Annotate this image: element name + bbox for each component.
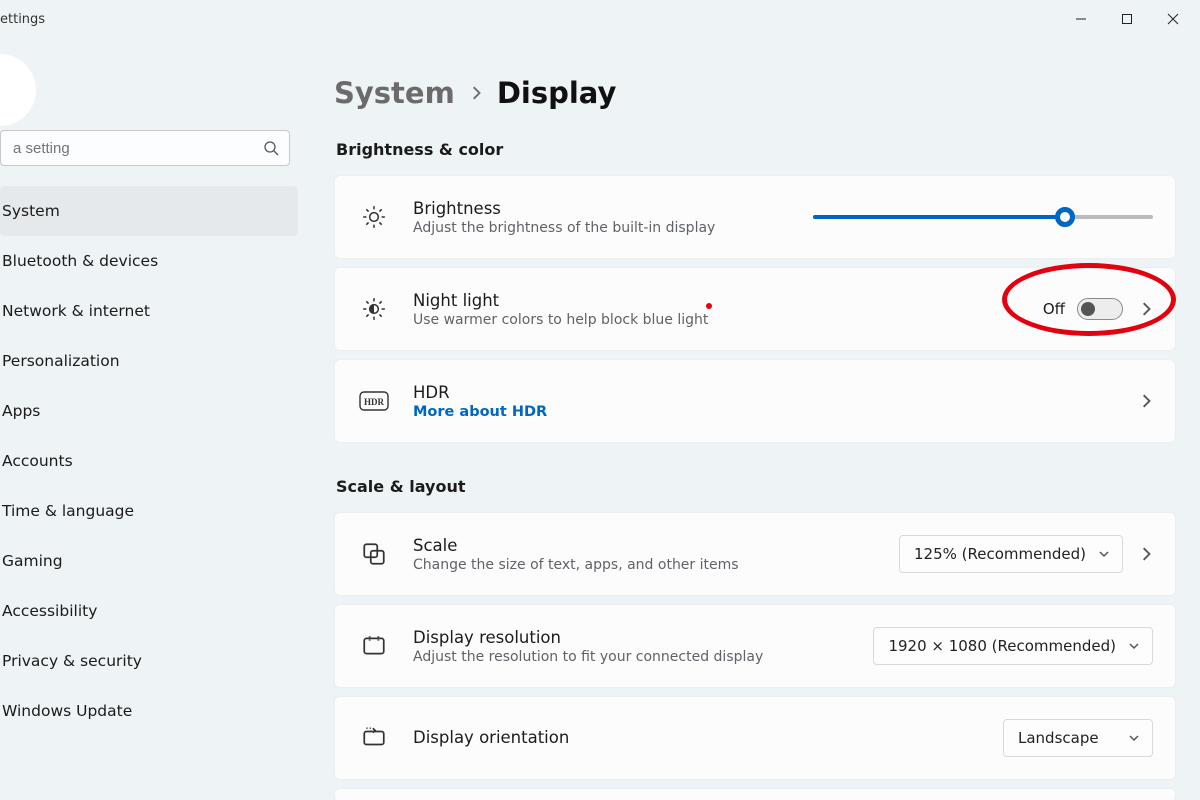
sidebar-item-network[interactable]: Network & internet [0,286,298,336]
setting-hdr[interactable]: HDR HDR More about HDR [334,359,1176,443]
hdr-icon: HDR [357,391,391,411]
section-brightness-color: Brightness & color [336,140,1176,159]
chevron-down-icon [1098,548,1110,560]
sidebar-item-windows-update[interactable]: Windows Update [0,686,298,736]
search-icon [263,140,279,156]
sidebar-item-label: System [2,202,60,220]
sidebar-item-label: Accounts [2,452,73,470]
section-scale-layout: Scale & layout [336,477,1176,496]
svg-text:HDR: HDR [364,397,385,407]
sidebar-item-gaming[interactable]: Gaming [0,536,298,586]
setting-night-light[interactable]: Night light Use warmer colors to help bl… [334,267,1176,351]
sidebar-item-label: Personalization [2,352,120,370]
resolution-select[interactable]: 1920 × 1080 (Recommended) [873,627,1153,665]
avatar [0,54,36,126]
brightness-icon [357,204,391,230]
setting-subtitle: Adjust the brightness of the built-in di… [413,220,791,236]
minimize-button[interactable] [1058,3,1104,35]
chevron-down-icon [1128,732,1140,744]
chevron-right-icon[interactable] [1139,394,1153,408]
select-value: Landscape [1018,729,1099,747]
setting-title: HDR [413,382,1117,404]
select-value: 125% (Recommended) [914,545,1086,563]
sidebar-item-label: Network & internet [2,302,150,320]
hdr-more-link[interactable]: More about HDR [413,404,1117,420]
sidebar-item-system[interactable]: System [0,186,298,236]
setting-scale[interactable]: Scale Change the size of text, apps, and… [334,512,1176,596]
brightness-slider[interactable] [813,207,1153,227]
sidebar-item-bluetooth[interactable]: Bluetooth & devices [0,236,298,286]
nav: System Bluetooth & devices Network & int… [0,180,298,736]
sidebar-item-label: Accessibility [2,602,97,620]
main-content: System Display Brightness & color Bright… [298,38,1200,800]
orientation-select[interactable]: Landscape [1003,719,1153,757]
sidebar-item-label: Windows Update [2,702,132,720]
title-bar: ettings [0,0,1200,38]
window-controls [1058,3,1196,35]
sidebar-item-time-language[interactable]: Time & language [0,486,298,536]
setting-title: Display orientation [413,727,981,749]
select-value: 1920 × 1080 (Recommended) [888,637,1116,655]
setting-orientation[interactable]: Display orientation Landscape [334,696,1176,780]
night-light-icon [357,296,391,322]
scale-select[interactable]: 125% (Recommended) [899,535,1123,573]
toggle-state-label: Off [1043,300,1065,318]
close-button[interactable] [1150,3,1196,35]
window-title: ettings [0,12,45,27]
setting-subtitle: Adjust the resolution to fit your connec… [413,649,851,665]
night-light-toggle[interactable] [1077,298,1123,320]
setting-resolution[interactable]: Display resolution Adjust the resolution… [334,604,1176,688]
chevron-down-icon [1128,640,1140,652]
setting-title: Scale [413,535,877,557]
sidebar-item-personalization[interactable]: Personalization [0,336,298,386]
account-area[interactable] [0,50,298,130]
sidebar-item-label: Apps [2,402,40,420]
breadcrumb: System Display [334,76,1176,110]
setting-brightness: Brightness Adjust the brightness of the … [334,175,1176,259]
sidebar-item-accessibility[interactable]: Accessibility [0,586,298,636]
sidebar: System Bluetooth & devices Network & int… [0,38,298,800]
sidebar-item-label: Privacy & security [2,652,142,670]
chevron-right-icon[interactable] [1139,547,1153,561]
chevron-right-icon [469,86,483,100]
breadcrumb-parent[interactable]: System [334,76,455,110]
resolution-icon [357,633,391,659]
orientation-icon [357,725,391,751]
setting-title: Display resolution [413,627,851,649]
setting-title: Brightness [413,198,791,220]
sidebar-item-privacy[interactable]: Privacy & security [0,636,298,686]
maximize-button[interactable] [1104,3,1150,35]
sidebar-item-label: Gaming [2,552,63,570]
setting-subtitle: Change the size of text, apps, and other… [413,557,877,573]
search-field[interactable] [11,139,263,158]
sidebar-item-label: Time & language [2,502,134,520]
sidebar-item-accounts[interactable]: Accounts [0,436,298,486]
setting-next-partial [334,788,1176,800]
chevron-right-icon[interactable] [1139,302,1153,316]
setting-title: Night light [413,290,1021,312]
search-input[interactable] [0,130,290,166]
sidebar-item-apps[interactable]: Apps [0,386,298,436]
setting-subtitle: Use warmer colors to help block blue lig… [413,312,1021,328]
sidebar-item-label: Bluetooth & devices [2,252,158,270]
scale-icon [357,541,391,567]
breadcrumb-current: Display [497,76,617,110]
